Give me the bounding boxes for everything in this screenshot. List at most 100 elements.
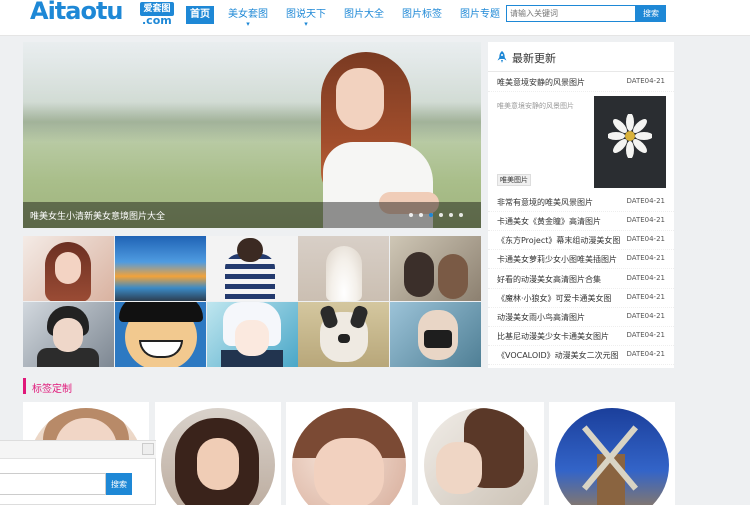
featured-item[interactable]: 唯美意境安静的风景图片 唯美图片	[488, 94, 674, 190]
list-item-date: DATE04-21	[626, 331, 665, 339]
close-icon[interactable]	[142, 443, 154, 455]
nav-item-home[interactable]: 首页	[186, 6, 214, 24]
slide-caption[interactable]: 唯美女生小清新美女意境图片大全	[30, 209, 165, 222]
slider-dots	[403, 213, 463, 217]
panel-title: 最新更新	[512, 52, 556, 65]
list-item[interactable]: 卡通美女萝莉少女小图唯美插图片 DATE04-21	[488, 250, 674, 269]
tag-card[interactable]	[549, 402, 675, 505]
site-header: Aitaotu 爱套图 .com 首页 美女套图 ▾ 图说天下 ▾ 图片大全 图片标…	[0, 0, 750, 36]
thumbnail[interactable]	[390, 236, 481, 301]
list-item-date: DATE04-21	[626, 293, 665, 301]
thumbnail-grid	[23, 236, 481, 368]
list-item-title[interactable]: 动漫美女雨小鸟高清图片	[497, 312, 627, 323]
thumb-shape	[235, 320, 269, 356]
list-item-date: DATE04-21	[626, 274, 665, 282]
main-nav: 首页 美女套图 ▾ 图说天下 ▾ 图片大全 图片标签 图片专题	[186, 6, 514, 28]
thumbnail[interactable]	[23, 236, 114, 301]
thumb-shape	[424, 330, 452, 348]
thumbnail[interactable]	[115, 236, 206, 301]
list-item-title[interactable]: 《VOCALOID》动漫美女二次元图	[497, 350, 627, 361]
card-shape	[197, 438, 239, 490]
thumb-shape	[326, 246, 362, 301]
search-input[interactable]	[506, 5, 636, 22]
logo-text: Aitaotu	[30, 0, 124, 25]
widget-search-input[interactable]	[0, 473, 106, 495]
thumb-shape	[338, 334, 350, 343]
thumb-shape	[438, 254, 468, 299]
list-item-title[interactable]: 《魔林·小狼女》可爱卡通美女图	[497, 293, 627, 304]
tag-card-image	[424, 408, 538, 505]
nav-item-albums[interactable]: 美女套图 ▾	[224, 6, 272, 28]
slider-dot[interactable]	[439, 213, 443, 217]
tag-card[interactable]	[418, 402, 544, 505]
list-item[interactable]: 《魔林·小狼女》可爱卡通美女图 DATE04-21	[488, 289, 674, 308]
list-item[interactable]: 唯美意境安静的风景图片 DATE04-21	[488, 73, 674, 92]
list-item[interactable]: 《VOCALOID》动漫美女二次元图 DATE04-21	[488, 346, 674, 365]
search-button[interactable]: 搜索	[636, 5, 666, 22]
thumbnail[interactable]	[207, 302, 298, 367]
list-item[interactable]: 比基尼动漫美少女卡通美女图片 DATE04-21	[488, 327, 674, 346]
nav-item-all[interactable]: 图片大全	[340, 6, 388, 24]
featured-desc: 唯美意境安静的风景图片	[497, 102, 574, 110]
thumbnail[interactable]	[23, 302, 114, 367]
thumb-shape	[53, 318, 83, 352]
list-item-title[interactable]: 卡通美女萝莉少女小图唯美插图片	[497, 254, 627, 265]
section-accent-bar	[23, 378, 26, 394]
nav-item-topics[interactable]: 图片专题	[456, 6, 504, 24]
list-item-date: DATE04-21	[626, 254, 665, 262]
card-shape	[436, 442, 482, 494]
slider-dot[interactable]	[449, 213, 453, 217]
list-item[interactable]: 好看的动漫美女高清图片合集 DATE04-21	[488, 270, 674, 289]
thumbnail[interactable]	[115, 302, 206, 367]
floating-search-widget: 搜索	[0, 440, 156, 505]
slide-background	[23, 102, 481, 142]
nav-item-tags[interactable]: 图片标签	[398, 6, 446, 24]
slider-dot[interactable]	[419, 213, 423, 217]
latest-updates-panel: 最新更新 唯美意境安静的风景图片 DATE04-21 唯美意境安静的风景图片 唯…	[488, 42, 674, 368]
slider-dot[interactable]	[459, 213, 463, 217]
list-item[interactable]: 非常有意境的唯美风景图片 DATE04-21	[488, 193, 674, 212]
widget-header	[0, 441, 156, 459]
header-search: 搜索	[506, 5, 666, 22]
card-shape	[314, 438, 384, 505]
section-title-text: 标签定制	[32, 384, 72, 395]
logo-domain: .com	[142, 14, 172, 27]
thumb-shape	[237, 238, 263, 262]
list-item-date: DATE04-21	[626, 350, 665, 358]
list-item-title[interactable]: 好看的动漫美女高清图片合集	[497, 274, 627, 285]
list-item-title[interactable]: 唯美意境安静的风景图片	[497, 77, 627, 88]
tag-card-image	[161, 408, 275, 505]
tag-card-image	[555, 408, 669, 505]
thumbnail[interactable]	[390, 302, 481, 367]
list-item-title[interactable]: 非常有意境的唯美风景图片	[497, 197, 627, 208]
list-item-date: DATE04-21	[626, 235, 665, 243]
list-item[interactable]: 《东方Project》幕末组动漫美女图 DATE04-21	[488, 231, 674, 250]
slider-dot-active[interactable]	[429, 213, 433, 217]
tag-card[interactable]	[286, 402, 412, 505]
chevron-down-icon: ▾	[246, 20, 250, 28]
featured-tag[interactable]: 唯美图片	[497, 174, 531, 186]
tag-card[interactable]	[155, 402, 281, 505]
thumbnail[interactable]	[207, 236, 298, 301]
thumb-shape	[119, 302, 203, 322]
slider-dot[interactable]	[409, 213, 413, 217]
panel-header: 最新更新	[488, 42, 674, 72]
thumb-shape	[404, 252, 434, 297]
nav-item-world[interactable]: 图说天下 ▾	[282, 6, 330, 28]
list-item-title[interactable]: 《东方Project》幕末组动漫美女图	[497, 235, 627, 246]
widget-search-button[interactable]: 搜索	[106, 473, 132, 495]
featured-image[interactable]	[594, 96, 666, 188]
slide-figure-face	[336, 68, 384, 130]
list-item[interactable]: 动漫美女雨小鸟高清图片 DATE04-21	[488, 308, 674, 327]
thumbnail[interactable]	[298, 236, 389, 301]
list-item[interactable]: 卡通美女《黄金瞳》高清图片 DATE04-21	[488, 212, 674, 231]
rocket-icon	[497, 51, 507, 63]
tag-card-image	[292, 408, 406, 505]
thumbnail[interactable]	[298, 302, 389, 367]
hero-slider[interactable]: 唯美女生小清新美女意境图片大全	[23, 42, 481, 228]
list-item-date: DATE04-21	[626, 216, 665, 224]
flower-image	[608, 114, 652, 158]
list-item-title[interactable]: 比基尼动漫美少女卡通美女图片	[497, 331, 627, 342]
thumb-shape	[55, 252, 81, 284]
list-item-title[interactable]: 卡通美女《黄金瞳》高清图片	[497, 216, 627, 227]
